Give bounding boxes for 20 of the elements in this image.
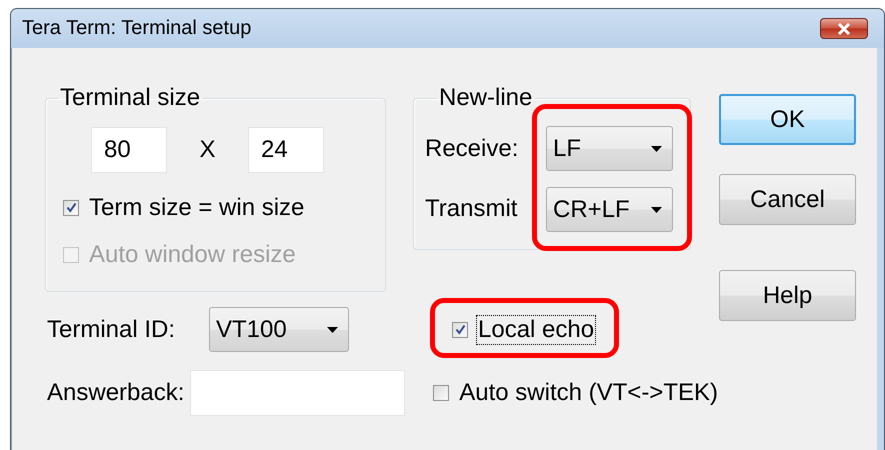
separator-label: X — [198, 136, 216, 164]
dialog-button[interactable]: Cancel — [719, 174, 856, 225]
checkbox-label: Auto window resize — [88, 240, 297, 268]
checkbox-label: Local echo — [477, 316, 596, 344]
text-field[interactable]: 80 — [91, 127, 167, 173]
dropdown[interactable]: VT100 — [209, 307, 349, 352]
checkbox-label: Term size = win size — [88, 194, 306, 222]
dialog-button[interactable]: Help — [719, 270, 856, 321]
field-label: Transmit — [425, 194, 518, 224]
group-label: Terminal size — [59, 84, 202, 112]
dropdown[interactable]: LF — [546, 126, 673, 171]
window-title: Tera Term: Terminal setup — [22, 17, 252, 40]
dropdown[interactable]: CR+LF — [546, 187, 673, 232]
field-label: Receive: — [425, 134, 520, 164]
text-field[interactable]: 24 — [248, 127, 324, 173]
dialog-button[interactable]: OK — [719, 94, 856, 145]
group-label: New-line — [438, 84, 534, 112]
field-label: Answerback: — [46, 379, 186, 407]
field-label: Terminal ID: — [46, 316, 176, 344]
checkbox-label: Auto switch (VT<->TEK) — [458, 379, 719, 407]
